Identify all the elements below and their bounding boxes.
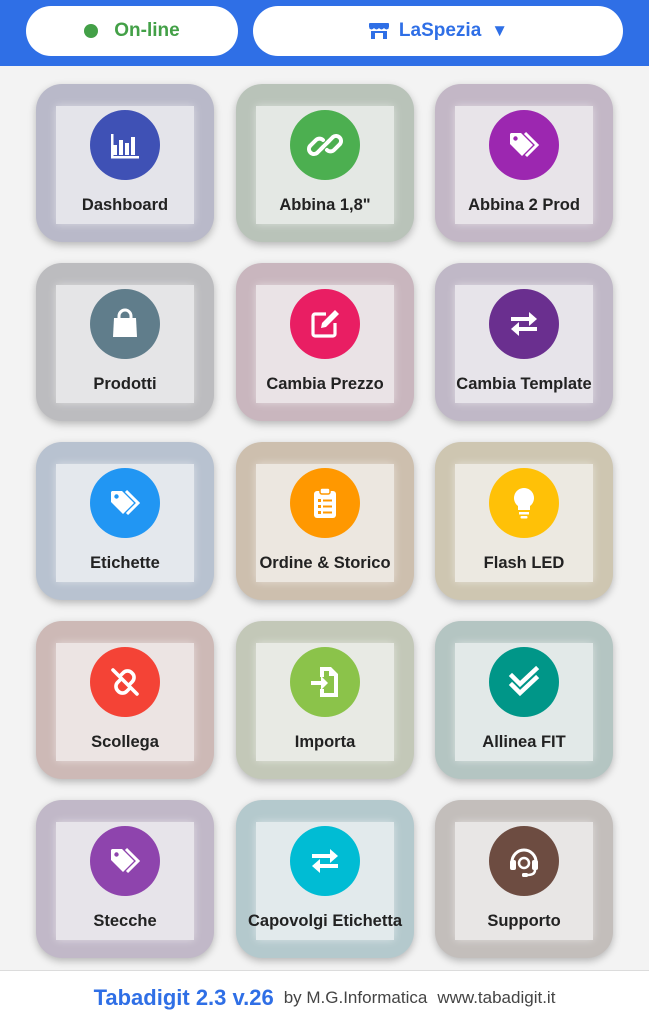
tile-label: Dashboard — [81, 196, 169, 214]
tile-panel: Prodotti — [56, 285, 194, 403]
tile-label: Ordine & Storico — [259, 554, 391, 572]
menu-grid: Dashboard Abbina 1,8" Abbina 2 Prod Prodott… — [0, 66, 649, 970]
tile-label: Cambia Template — [456, 375, 592, 393]
menu-tile-cambia-template[interactable]: Cambia Template — [435, 263, 613, 421]
tile-label: Flash LED — [483, 554, 565, 572]
website-link[interactable]: www.tabadigit.it — [437, 988, 555, 1008]
menu-tile-capovolgi-etichetta[interactable]: Capovolgi Etichetta — [236, 800, 414, 958]
tile-label: Stecche — [93, 912, 157, 930]
swap-arrows-icon — [290, 826, 360, 896]
app-version: Tabadigit 2.3 v.26 — [93, 985, 274, 1010]
headset-icon — [489, 826, 559, 896]
tile-label: Abbina 1,8" — [279, 196, 371, 214]
tag-icon — [90, 468, 160, 538]
shopping-bag-icon — [90, 289, 160, 359]
menu-tile-abbina-2-prod[interactable]: Abbina 2 Prod — [435, 84, 613, 242]
tile-panel: Flash LED — [455, 464, 593, 582]
tile-label: Etichette — [90, 554, 160, 572]
connection-status-label: On-line — [114, 20, 180, 41]
tile-panel: Importa — [256, 643, 394, 761]
menu-tile-flash-led[interactable]: Flash LED — [435, 442, 613, 600]
tile-label: Capovolgi Etichetta — [247, 912, 403, 930]
tile-panel: Abbina 1,8" — [256, 106, 394, 224]
tile-label: Supporto — [487, 912, 561, 930]
tile-label: Cambia Prezzo — [266, 375, 384, 393]
store-name: LaSpezia — [398, 20, 482, 41]
tile-panel: Cambia Template — [455, 285, 593, 403]
link-icon — [290, 110, 360, 180]
edit-icon — [290, 289, 360, 359]
top-bar: On-line LaSpezia ▼ — [0, 0, 649, 66]
tile-panel: Cambia Prezzo — [256, 285, 394, 403]
menu-tile-abbina-1-8[interactable]: Abbina 1,8" — [236, 84, 414, 242]
footer: Tabadigit 2.3 v.26 by M.G.Informatica ww… — [0, 970, 649, 1025]
menu-tile-cambia-prezzo[interactable]: Cambia Prezzo — [236, 263, 414, 421]
tile-panel: Scollega — [56, 643, 194, 761]
double-check-icon — [489, 647, 559, 717]
tile-panel: Capovolgi Etichetta — [248, 822, 402, 940]
tile-panel: Stecche — [56, 822, 194, 940]
tile-label: Importa — [294, 733, 356, 751]
chart-bars-icon — [90, 110, 160, 180]
menu-tile-dashboard[interactable]: Dashboard — [36, 84, 214, 242]
connection-status-pill[interactable]: On-line — [26, 6, 238, 56]
menu-tile-allinea-fit[interactable]: Allinea FIT — [435, 621, 613, 779]
clipboard-list-icon — [290, 468, 360, 538]
tile-panel: Supporto — [455, 822, 593, 940]
tile-label: Abbina 2 Prod — [468, 196, 580, 214]
store-selector[interactable]: LaSpezia ▼ — [253, 6, 623, 56]
menu-tile-etichette[interactable]: Etichette — [36, 442, 214, 600]
file-import-icon — [290, 647, 360, 717]
tag-icon — [90, 826, 160, 896]
menu-tile-prodotti[interactable]: Prodotti — [36, 263, 214, 421]
menu-tile-scollega[interactable]: Scollega — [36, 621, 214, 779]
tile-label: Scollega — [91, 733, 159, 751]
developer-credit: by M.G.Informatica — [283, 988, 428, 1007]
tile-panel: Etichette — [56, 464, 194, 582]
menu-tile-ordine-storico[interactable]: Ordine & Storico — [236, 442, 414, 600]
store-icon — [368, 23, 389, 39]
tile-panel: Dashboard — [56, 106, 194, 224]
menu-tile-importa[interactable]: Importa — [236, 621, 414, 779]
menu-tile-supporto[interactable]: Supporto — [435, 800, 613, 958]
unlink-icon — [90, 647, 160, 717]
online-dot-icon — [84, 24, 99, 38]
tile-panel: Abbina 2 Prod — [455, 106, 593, 224]
tag-icon — [489, 110, 559, 180]
tile-label: Allinea FIT — [482, 733, 566, 751]
menu-tile-stecche[interactable]: Stecche — [36, 800, 214, 958]
tile-panel: Allinea FIT — [455, 643, 593, 761]
tile-panel: Ordine & Storico — [256, 464, 394, 582]
chevron-down-icon: ▼ — [491, 21, 509, 40]
tile-label: Prodotti — [93, 375, 157, 393]
lightbulb-icon — [489, 468, 559, 538]
swap-arrows-icon — [489, 289, 559, 359]
